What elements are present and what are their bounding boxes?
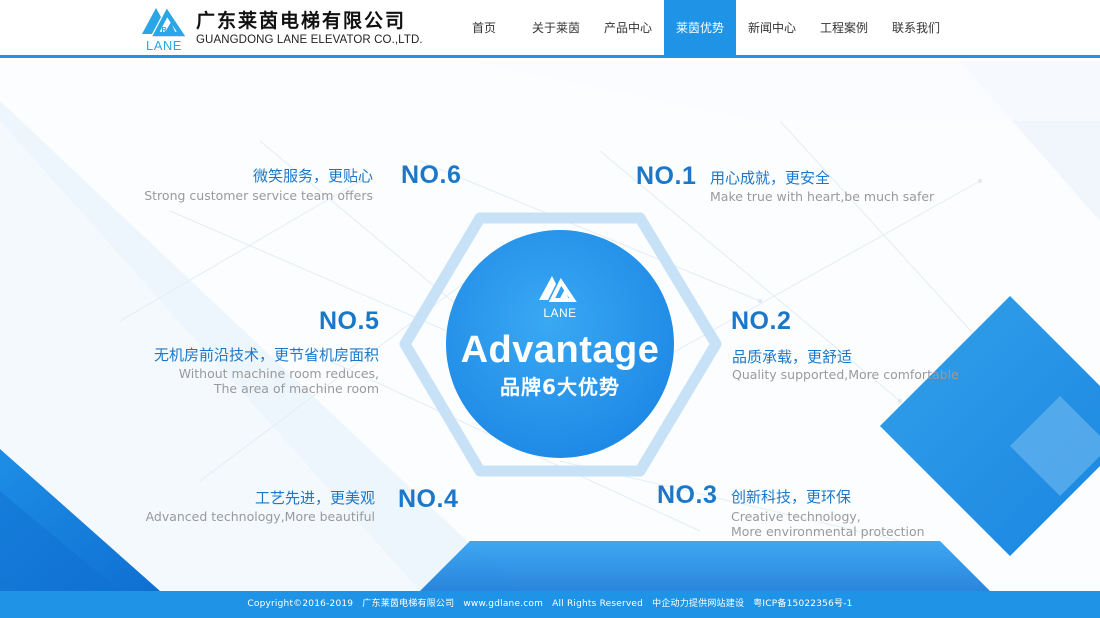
advantage-5-desc-line2: The area of machine room	[213, 381, 379, 396]
advantage-title-cn: 品牌6大优势	[500, 375, 620, 399]
advantage-1-number: NO.1	[636, 162, 697, 190]
nav-item-news[interactable]: 新闻中心	[736, 0, 808, 58]
advantage-3-desc-line1: Creative technology,	[731, 509, 861, 524]
advantage-4-title: 工艺先进，更美观	[254, 489, 375, 507]
svg-text:R: R	[161, 27, 166, 34]
footer-company: 广东莱茵电梯有限公司	[362, 599, 455, 609]
advantage-1-title: 用心成就，更安全	[710, 169, 831, 187]
advantage-6-title: 微笑服务，更贴心	[252, 167, 373, 185]
advantage-2-desc: Quality supported,More comfortable	[732, 367, 959, 382]
nav-item-products[interactable]: 产品中心	[592, 0, 664, 58]
advantage-4-desc: Advanced technology,More beautiful	[145, 509, 375, 524]
advantage-5-title: 无机房前沿技术，更节省机房面积	[153, 346, 379, 364]
advantage-6-number: NO.6	[401, 161, 462, 189]
advantage-section: LANE Advantage 品牌6大优势 NO.6 微笑服务，更贴心 Stro…	[0, 61, 1100, 591]
main-nav: 首页 关于莱茵 产品中心 莱茵优势 新闻中心 工程案例 联系我们	[448, 0, 952, 58]
nav-item-advantages[interactable]: 莱茵优势	[664, 0, 736, 58]
logo-text: LANE	[146, 38, 182, 53]
nav-item-contact[interactable]: 联系我们	[880, 0, 952, 58]
advantage-2-number: NO.2	[731, 307, 792, 335]
advantage-5-number: NO.5	[319, 307, 380, 335]
company-name: 广东莱茵电梯有限公司 GUANGDONG LANE ELEVATOR CO.,L…	[196, 9, 423, 47]
advantage-title-en: Advantage	[460, 329, 660, 371]
footer-provider-link[interactable]: 中企动力提供网站建设	[652, 599, 744, 609]
nav-item-home[interactable]: 首页	[448, 0, 520, 58]
advantage-5-desc-line1: Without machine room reduces,	[178, 366, 379, 381]
site-header: R LANE 广东莱茵电梯有限公司 GUANGDONG LANE ELEVATO…	[0, 0, 1100, 58]
nav-item-about[interactable]: 关于莱茵	[520, 0, 592, 58]
lane-logo-icon[interactable]: R LANE	[138, 4, 190, 54]
footer-icp-link[interactable]: 粤ICP备15022356号-1	[753, 599, 852, 609]
company-name-cn: 广东莱茵电梯有限公司	[196, 10, 407, 32]
advantage-3-desc-line2: More environmental protection	[731, 524, 925, 539]
footer-rights: All Rights Reserved	[552, 599, 644, 609]
advantage-6-desc: Strong customer service team offers	[144, 188, 373, 203]
footer-copyright: Copyright©2016-2019	[247, 599, 354, 609]
advantage-3-title: 创新科技，更环保	[731, 488, 852, 506]
footer-site-link[interactable]: www.gdlane.com	[463, 599, 543, 609]
company-name-en: GUANGDONG LANE ELEVATOR CO.,LTD.	[196, 34, 423, 46]
svg-text:LANE: LANE	[543, 306, 576, 320]
advantage-3-number: NO.3	[657, 481, 718, 509]
advantage-2-title: 品质承载，更舒适	[732, 348, 853, 366]
advantage-4-number: NO.4	[398, 485, 459, 513]
advantage-1-desc: Make true with heart,be much safer	[710, 189, 935, 204]
site-footer: Copyright©2016-2019 广东莱茵电梯有限公司 www.gdlan…	[0, 591, 1100, 618]
nav-item-cases[interactable]: 工程案例	[808, 0, 880, 58]
